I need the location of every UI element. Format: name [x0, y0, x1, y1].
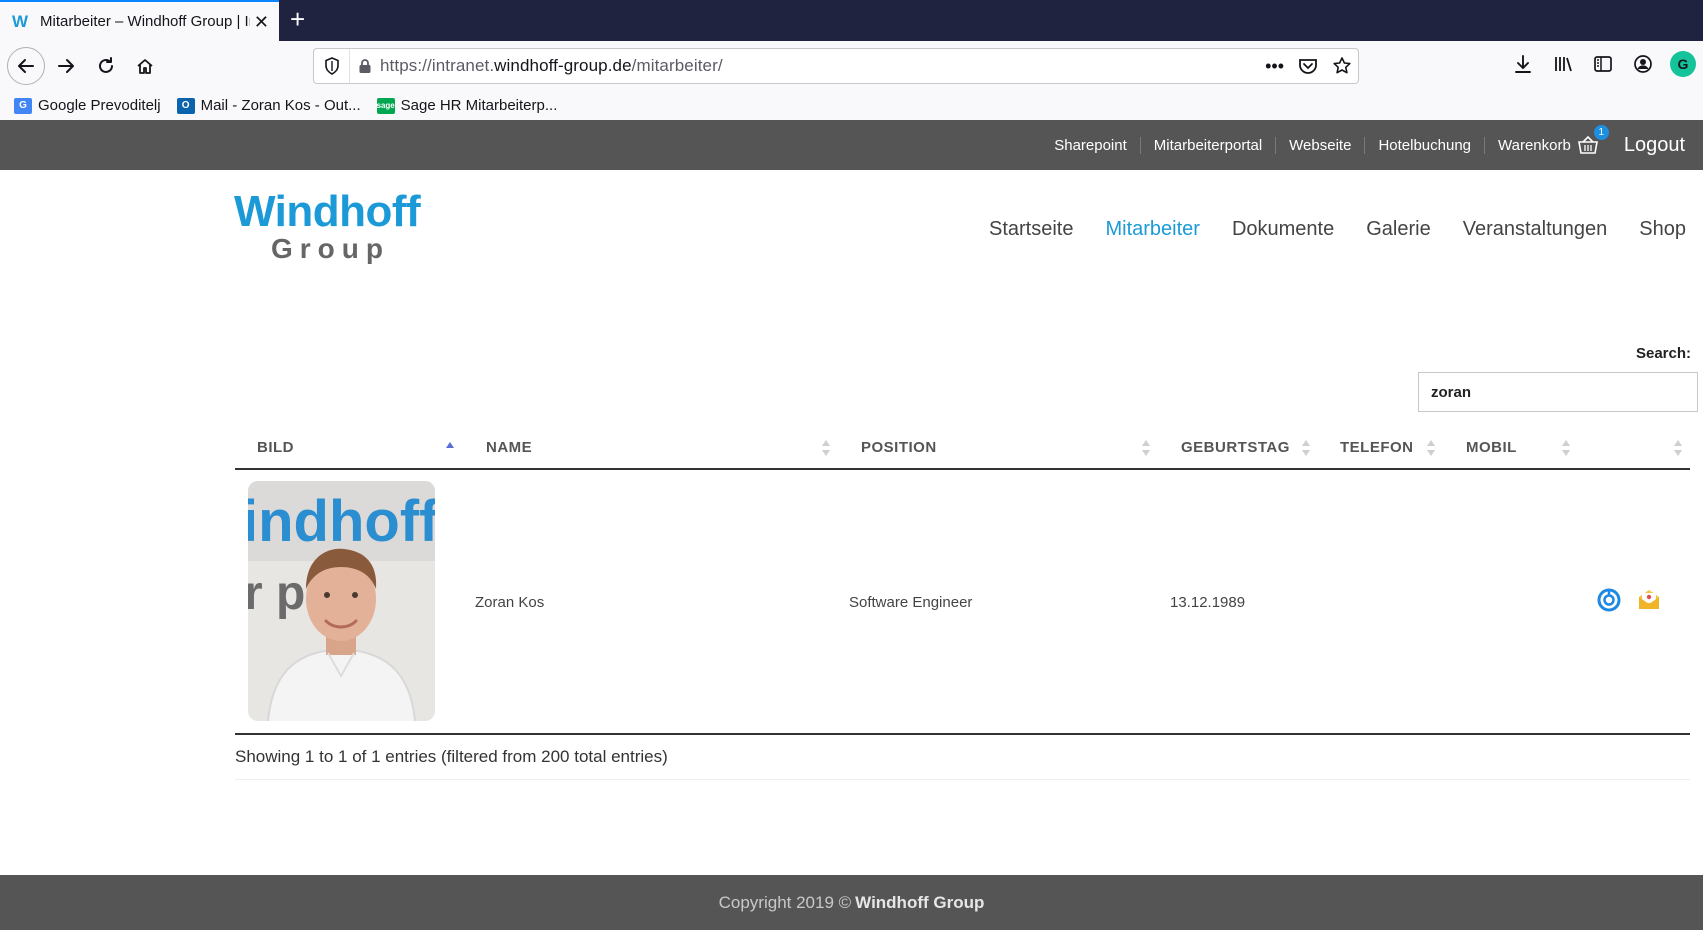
- topbar-link-warenkorb[interactable]: Warenkorb 1: [1485, 125, 1612, 155]
- sort-both-icon[interactable]: [1301, 438, 1311, 458]
- bookmark-label: Google Prevoditelj: [38, 97, 161, 114]
- column-header-position[interactable]: POSITION: [861, 428, 937, 468]
- bookmarks-bar: G Google Prevoditelj O Mail - Zoran Kos …: [0, 91, 1703, 120]
- column-header-bild[interactable]: BILD: [257, 428, 294, 468]
- sort-asc-active-icon[interactable]: [445, 438, 455, 458]
- lock-icon[interactable]: [350, 58, 380, 74]
- url-text[interactable]: https://intranet.windhoff-group.de/mitar…: [380, 56, 723, 76]
- nav-shop[interactable]: Shop: [1639, 218, 1686, 241]
- site-footer: Copyright 2019 © Windhoff Group: [0, 875, 1703, 930]
- forward-arrow-icon[interactable]: [49, 49, 83, 83]
- new-tab-plus-icon[interactable]: +: [290, 6, 305, 32]
- sage-icon: sage: [377, 97, 395, 114]
- sort-both-icon[interactable]: [1141, 438, 1151, 458]
- search-input[interactable]: [1418, 372, 1698, 412]
- grammarly-extension-icon[interactable]: G: [1670, 51, 1696, 77]
- topbar-link-webseite[interactable]: Webseite: [1276, 136, 1366, 154]
- site-topbar: Sharepoint Mitarbeiterportal Webseite Ho…: [0, 120, 1703, 170]
- bookmark-label: Sage HR Mitarbeiterp...: [400, 97, 558, 114]
- topbar-link-hotelbuchung[interactable]: Hotelbuchung: [1365, 136, 1486, 154]
- bookmark-label: Mail - Zoran Kos - Out...: [200, 97, 361, 114]
- bookmark-outlook-mail[interactable]: O Mail - Zoran Kos - Out...: [176, 97, 361, 114]
- bookmark-star-icon[interactable]: [1332, 56, 1352, 76]
- main-navigation: Startseite Mitarbeiter Dokumente Galerie…: [989, 218, 1686, 241]
- topbar-links: Sharepoint Mitarbeiterportal Webseite Ho…: [1041, 120, 1685, 170]
- library-icon[interactable]: [1550, 51, 1576, 77]
- table-info-text: Showing 1 to 1 of 1 entries (filtered fr…: [235, 747, 668, 766]
- topbar-link-sharepoint[interactable]: Sharepoint: [1041, 136, 1141, 154]
- sort-both-icon[interactable]: [1561, 438, 1571, 458]
- column-header-name[interactable]: NAME: [486, 428, 532, 468]
- browser-tab[interactable]: W Mitarbeiter – Windhoff Group | Intrane…: [0, 0, 279, 41]
- reload-icon[interactable]: [89, 49, 123, 83]
- close-tab-icon[interactable]: ✕: [254, 12, 269, 33]
- topbar-link-mitarbeiterportal[interactable]: Mitarbeiterportal: [1141, 136, 1277, 154]
- logo-wordmark: Windhoff: [234, 187, 421, 236]
- cart-label: Warenkorb: [1498, 136, 1571, 154]
- bookmark-sage-hr[interactable]: sage Sage HR Mitarbeiterp...: [377, 97, 558, 114]
- url-path: /mitarbeiter/: [631, 56, 723, 75]
- nav-startseite[interactable]: Startseite: [989, 218, 1073, 241]
- nav-dokumente[interactable]: Dokumente: [1232, 218, 1334, 241]
- employee-table: BILD NAME POSITION GEBURTSTAG TELEFON MO…: [235, 428, 1690, 735]
- url-actions: •••: [1265, 49, 1352, 83]
- windhoff-favicon-icon: W: [12, 11, 29, 31]
- outlook-icon: O: [176, 97, 195, 114]
- back-arrow-icon[interactable]: [7, 47, 45, 85]
- browser-navbar: https://intranet.windhoff-group.de/mitar…: [0, 41, 1703, 91]
- chat-status-icon[interactable]: [1597, 588, 1621, 616]
- employee-name: Zoran Kos: [475, 594, 545, 611]
- nav-galerie[interactable]: Galerie: [1366, 218, 1430, 241]
- photo-banner-subtext: r p: [248, 567, 305, 620]
- footer-copyright: Copyright 2019 ©: [718, 892, 852, 912]
- download-icon[interactable]: [1510, 51, 1536, 77]
- column-header-mobil[interactable]: MOBIL: [1466, 428, 1517, 468]
- column-header-telefon[interactable]: TELEFON: [1340, 428, 1414, 468]
- nav-veranstaltungen[interactable]: Veranstaltungen: [1463, 218, 1608, 241]
- logo-subtitle: Group: [271, 233, 390, 264]
- table-row: indhoff r p Zoran Kos Software Engineer …: [235, 470, 1690, 735]
- search-label: Search:: [1635, 345, 1691, 362]
- browser-toolbar-right: G: [1510, 51, 1696, 77]
- pocket-icon[interactable]: [1298, 57, 1318, 75]
- bookmark-google-prevoditelj[interactable]: G Google Prevoditelj: [14, 97, 161, 114]
- sidebar-toggle-icon[interactable]: [1590, 51, 1616, 77]
- photo-banner-text: indhoff: [248, 489, 435, 554]
- cart-count-badge: 1: [1593, 125, 1609, 140]
- employee-position: Software Engineer: [849, 594, 973, 611]
- windhoff-group-logo[interactable]: Windhoff Group: [234, 190, 434, 266]
- tracking-shield-icon[interactable]: [314, 49, 350, 83]
- sort-both-icon[interactable]: [1426, 438, 1436, 458]
- column-header-geburtstag[interactable]: GEBURTSTAG: [1181, 428, 1290, 468]
- browser-tab-strip: W Mitarbeiter – Windhoff Group | Intrane…: [0, 0, 1703, 41]
- url-prefix: https://intranet.: [380, 56, 495, 75]
- email-envelope-icon[interactable]: [1637, 588, 1661, 616]
- url-domain: windhoff-group.de: [494, 56, 632, 75]
- sort-both-icon[interactable]: [821, 438, 831, 458]
- nav-mitarbeiter[interactable]: Mitarbeiter: [1105, 218, 1199, 241]
- page-actions-menu-icon[interactable]: •••: [1265, 56, 1284, 77]
- shopping-basket-icon: 1: [1577, 125, 1609, 155]
- employee-birthday: 13.12.1989: [1170, 594, 1246, 611]
- divider: [235, 779, 1690, 780]
- url-bar[interactable]: https://intranet.windhoff-group.de/mitar…: [313, 48, 1359, 84]
- employee-photo[interactable]: indhoff r p: [248, 481, 435, 721]
- logout-link[interactable]: Logout: [1624, 134, 1685, 157]
- account-icon[interactable]: [1630, 51, 1656, 77]
- tab-title: Mitarbeiter – Windhoff Group | Intranet: [40, 13, 250, 30]
- sort-both-icon[interactable]: [1673, 438, 1683, 458]
- home-icon[interactable]: [128, 49, 162, 83]
- table-header: BILD NAME POSITION GEBURTSTAG TELEFON MO…: [235, 428, 1690, 470]
- footer-brand: Windhoff Group: [855, 892, 985, 912]
- google-translate-icon: G: [14, 97, 32, 114]
